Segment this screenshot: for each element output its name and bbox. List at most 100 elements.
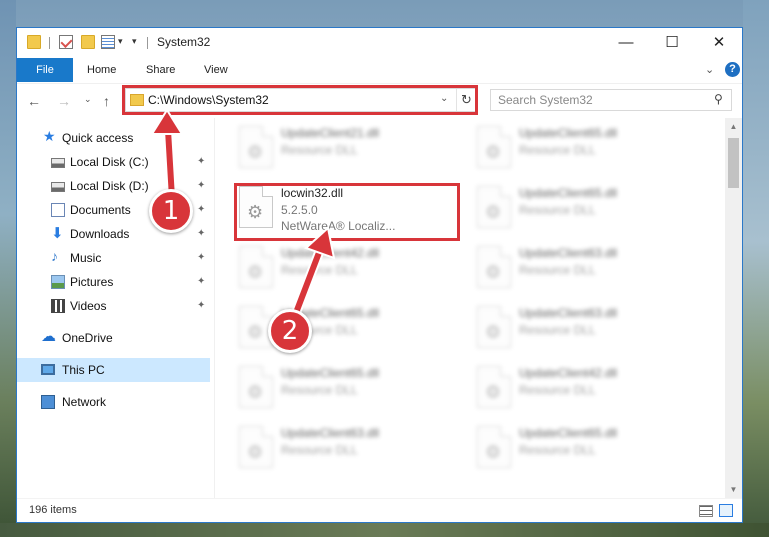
list-item[interactable]: ⚙ UpdateClient65.dll Resource DLL — [471, 122, 697, 182]
drive-icon — [51, 158, 65, 168]
properties-check-icon[interactable] — [59, 35, 73, 49]
item-count: 196 items — [29, 504, 77, 516]
pc-icon — [41, 364, 55, 375]
sidebar-item-this-pc[interactable]: This PC — [17, 358, 210, 382]
details-view-icon[interactable] — [699, 505, 713, 517]
list-item[interactable]: ⚙ UpdateClient65.dll Resource DLL — [471, 182, 697, 242]
documents-icon — [51, 203, 65, 217]
folder-icon — [27, 35, 41, 49]
sidebar-item-label: Network — [62, 395, 107, 409]
scrollbar-thumb[interactable] — [728, 138, 739, 188]
address-highlight-box — [122, 85, 478, 115]
dll-file-icon: ⚙ — [477, 426, 511, 468]
list-item[interactable]: ⚙ UpdateClient63.dll Resource DLL — [233, 422, 459, 482]
pictures-icon — [51, 275, 65, 289]
step-1-badge: 1 — [149, 189, 193, 233]
list-item[interactable]: ⚙ UpdateClient21.dll Resource DLL — [233, 122, 459, 182]
videos-icon — [51, 299, 65, 313]
search-placeholder: Search System32 — [498, 93, 593, 107]
expand-ribbon-icon[interactable]: ⌄ — [705, 63, 714, 76]
dll-file-icon: ⚙ — [477, 126, 511, 168]
status-bar: 196 items — [17, 498, 742, 522]
pin-icon[interactable]: ✦ — [197, 276, 205, 287]
back-arrow-icon[interactable]: ← — [27, 93, 41, 109]
tab-home[interactable]: Home — [87, 58, 116, 82]
sidebar-item-quick-access[interactable]: ★ Quick access — [17, 126, 210, 150]
list-item[interactable]: ⚙ UpdateClient63.dll Resource DLL — [471, 302, 697, 362]
star-icon: ★ — [43, 128, 56, 144]
pin-icon[interactable]: ✦ — [197, 180, 205, 191]
dll-file-icon: ⚙ — [239, 426, 273, 468]
toolbar-separator — [147, 37, 148, 49]
forward-arrow-icon[interactable]: → — [57, 93, 71, 109]
sidebar-item-label: Local Disk (D:) — [70, 179, 149, 193]
customize-toolbar-icon[interactable]: ▾ — [132, 36, 137, 47]
list-item[interactable]: ⚙ UpdateClient65.dll Resource DLL — [471, 422, 697, 482]
list-item[interactable]: ⚙ UpdateClient42.dll Resource DLL — [233, 242, 459, 302]
up-arrow-icon[interactable]: ↑ — [103, 93, 110, 109]
list-item[interactable]: ⚙ UpdateClient63.dll Resource DLL — [471, 242, 697, 302]
quick-access-dropdown-icon[interactable]: ▾ — [118, 36, 123, 47]
pin-icon[interactable]: ✦ — [197, 156, 205, 167]
tab-file[interactable]: File — [17, 58, 73, 82]
dll-file-icon: ⚙ — [477, 366, 511, 408]
sidebar-item-label: Documents — [70, 203, 131, 217]
sidebar-item-pictures[interactable]: Pictures ✦ — [17, 270, 210, 294]
list-item[interactable]: ⚙ UpdateClient42.dll Resource DLL — [471, 362, 697, 422]
ribbon: File Home Share View ⌄ ? — [17, 58, 742, 82]
title-bar: ▾ ▾ System32 — ☐ ✕ — [17, 28, 742, 58]
sidebar-item-label: Pictures — [70, 275, 114, 289]
desktop-background-right — [743, 0, 769, 537]
sidebar-item-videos[interactable]: Videos ✦ — [17, 294, 210, 318]
dll-file-icon: ⚙ — [239, 246, 273, 288]
toolbar-separator — [49, 37, 50, 49]
cloud-icon: ☁ — [41, 328, 56, 345]
scroll-up-icon[interactable]: ▲ — [725, 118, 742, 135]
properties-icon[interactable] — [101, 35, 115, 49]
sidebar-item-label: Videos — [70, 299, 107, 313]
dll-file-icon: ⚙ — [477, 246, 511, 288]
pin-icon[interactable]: ✦ — [197, 300, 205, 311]
minimize-button[interactable]: — — [603, 28, 649, 58]
step-2-badge: 2 — [268, 309, 312, 353]
list-item[interactable]: ⚙ UpdateClient65.dll Resource DLL — [233, 362, 459, 422]
network-icon — [41, 395, 55, 409]
pin-icon[interactable]: ✦ — [197, 204, 205, 215]
sidebar-item-label: Music — [70, 251, 102, 265]
downloads-icon: ⬇ — [51, 225, 64, 242]
dll-file-icon: ⚙ — [477, 186, 511, 228]
maximize-button[interactable]: ☐ — [649, 28, 695, 58]
window-title: System32 — [157, 35, 211, 49]
sidebar-item-label: OneDrive — [62, 331, 113, 345]
sidebar-item-local-disk-c[interactable]: Local Disk (C:) ✦ — [17, 150, 210, 174]
sidebar-item-onedrive[interactable]: ☁ OneDrive — [17, 326, 210, 350]
file-highlight-box — [234, 183, 460, 241]
sidebar-item-label: This PC — [62, 363, 105, 377]
file-list: ⚙ UpdateClient21.dll Resource DLL ⚙ locw… — [215, 118, 725, 498]
tab-share[interactable]: Share — [146, 58, 175, 82]
scroll-down-icon[interactable]: ▼ — [725, 481, 742, 498]
large-icons-view-icon[interactable] — [719, 504, 733, 517]
sidebar-item-network[interactable]: Network — [17, 390, 210, 414]
desktop-background-left — [0, 0, 16, 537]
search-icon[interactable]: ⚲ — [714, 92, 723, 106]
pin-icon[interactable]: ✦ — [197, 228, 205, 239]
sidebar-item-label: Quick access — [62, 131, 134, 145]
music-icon: ♪ — [51, 248, 58, 264]
dll-file-icon: ⚙ — [477, 306, 511, 348]
dll-file-icon: ⚙ — [239, 126, 273, 168]
search-input[interactable]: Search System32 ⚲ — [490, 89, 732, 111]
new-folder-icon[interactable] — [81, 35, 95, 49]
vertical-scrollbar[interactable]: ▲ ▼ — [725, 118, 742, 498]
explorer-window: ▾ ▾ System32 — ☐ ✕ File Home Share View … — [16, 27, 743, 523]
recent-locations-icon[interactable]: ⌄ — [84, 94, 92, 105]
close-button[interactable]: ✕ — [696, 28, 742, 58]
help-icon[interactable]: ? — [725, 62, 740, 77]
dll-file-icon: ⚙ — [239, 366, 273, 408]
list-item[interactable]: ⚙ UpdateClient65.dll Resource DLL — [233, 302, 459, 362]
navigation-pane: ★ Quick access Local Disk (C:) ✦ Local D… — [17, 118, 214, 498]
tab-view[interactable]: View — [204, 58, 228, 82]
pin-icon[interactable]: ✦ — [197, 252, 205, 263]
drive-icon — [51, 182, 65, 192]
sidebar-item-music[interactable]: ♪ Music ✦ — [17, 246, 210, 270]
